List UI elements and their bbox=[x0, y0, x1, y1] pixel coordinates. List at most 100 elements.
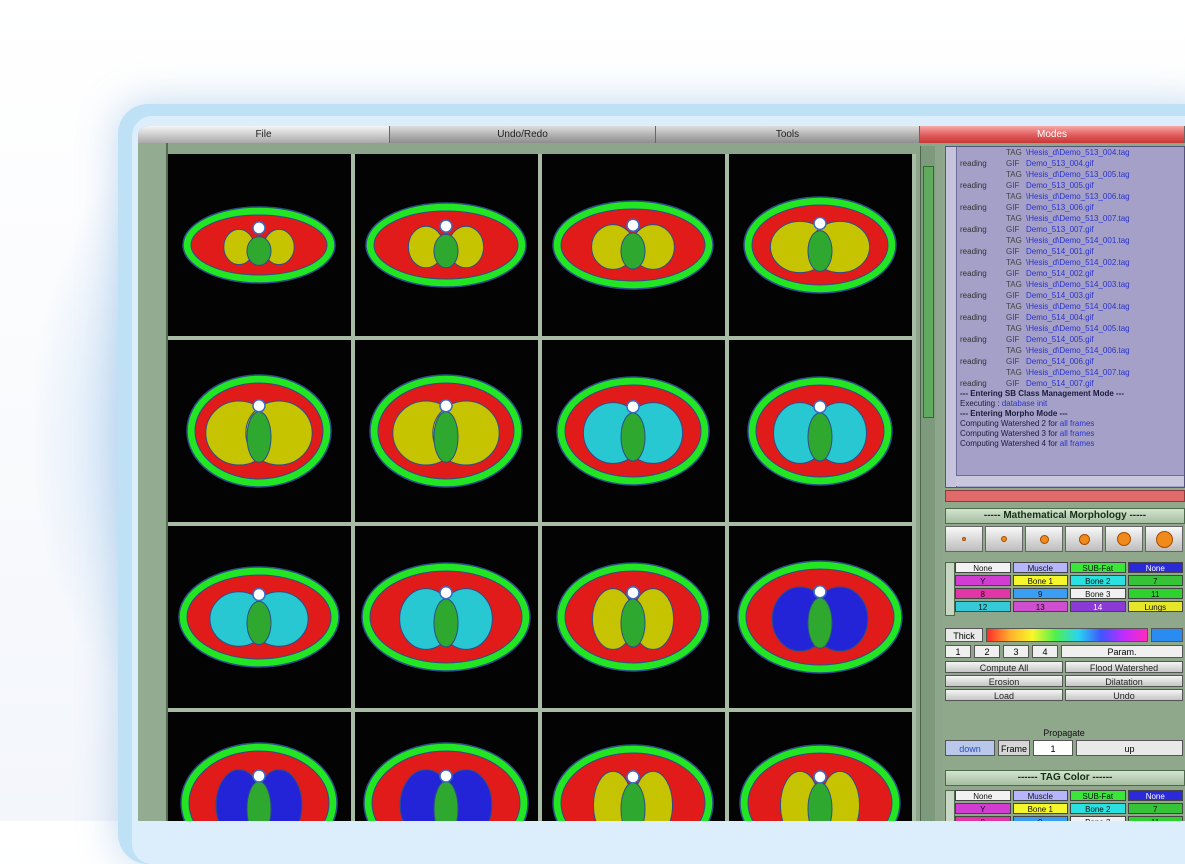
menu-tab-modes[interactable]: Modes bbox=[920, 126, 1185, 143]
tag-label-button[interactable]: Bone 2 bbox=[1070, 575, 1126, 586]
load-button[interactable]: Load bbox=[945, 689, 1063, 701]
tag-label-button[interactable]: Muscle bbox=[1012, 562, 1068, 573]
log-message-link[interactable]: all frames bbox=[1060, 419, 1095, 428]
tag-color-button[interactable]: Muscle bbox=[1012, 790, 1068, 801]
log-message-link[interactable]: database init bbox=[1002, 399, 1047, 408]
ct-slice-cell[interactable] bbox=[355, 154, 538, 336]
log-c3: Demo_514_001.gif bbox=[1026, 247, 1094, 256]
log-c3: Demo_514_004.gif bbox=[1026, 313, 1094, 322]
operation-buttons: Compute All Flood Watershed Erosion Dila… bbox=[945, 661, 1183, 701]
log-message: Computing Watershed 4 for all frames bbox=[960, 439, 1184, 449]
thick-button[interactable]: Thick bbox=[945, 628, 983, 642]
log-message-link[interactable]: all frames bbox=[1060, 439, 1095, 448]
ct-slice-cell[interactable] bbox=[542, 154, 725, 336]
log-c3: Demo_514_003.gif bbox=[1026, 291, 1094, 300]
brush-dot-icon bbox=[1001, 536, 1007, 542]
ct-slice-image bbox=[361, 562, 531, 672]
ct-slice-cell[interactable] bbox=[168, 712, 351, 821]
ct-slice-cell[interactable] bbox=[355, 526, 538, 708]
image-grid-scrollbar[interactable] bbox=[920, 146, 935, 821]
tag-color-button[interactable]: Bone 1 bbox=[1012, 803, 1068, 814]
propagate-up-button[interactable]: up bbox=[1076, 740, 1183, 756]
ct-slice-cell[interactable] bbox=[729, 340, 912, 522]
ct-slice-cell[interactable] bbox=[542, 712, 725, 821]
tag-label-button[interactable]: None bbox=[955, 562, 1011, 573]
frame-input[interactable]: 1 bbox=[1033, 740, 1073, 756]
ct-slice-cell[interactable] bbox=[168, 526, 351, 708]
tag-label-button[interactable]: 11 bbox=[1127, 588, 1183, 599]
ct-slice-cell[interactable] bbox=[542, 340, 725, 522]
tag-color-button[interactable]: 8 bbox=[955, 816, 1011, 821]
tag-label-button[interactable]: 8 bbox=[955, 588, 1011, 599]
brush-dot-icon bbox=[1155, 530, 1173, 548]
param-1-button[interactable]: 1 bbox=[945, 645, 971, 658]
ct-slice-cell[interactable] bbox=[168, 154, 351, 336]
menu-tab-tools[interactable]: Tools bbox=[656, 126, 920, 143]
log-message-link[interactable]: all frames bbox=[1060, 429, 1095, 438]
dilatation-button[interactable]: Dilatation bbox=[1065, 675, 1183, 687]
tag-label-button[interactable]: Bone 1 bbox=[1012, 575, 1068, 586]
param-button[interactable]: Param. bbox=[1061, 645, 1183, 658]
tag-color-button[interactable]: SUB-Fat bbox=[1070, 790, 1126, 801]
brush-size-button[interactable] bbox=[985, 526, 1023, 552]
log-row: TAG \Hesis_d\Demo_514_004.tag bbox=[960, 301, 1184, 312]
log-row: reading GIF Demo_514_001.gif bbox=[960, 246, 1184, 257]
undo-button[interactable]: Undo bbox=[1065, 689, 1183, 701]
log-lines: TAG \Hesis_d\Demo_513_004.tag reading GIF De… bbox=[960, 147, 1184, 449]
brush-size-button[interactable] bbox=[945, 526, 983, 552]
tag-label-button[interactable]: 7 bbox=[1127, 575, 1183, 586]
tag-scrollbar[interactable] bbox=[945, 562, 955, 616]
flood-watershed-button[interactable]: Flood Watershed bbox=[1065, 661, 1183, 673]
log-c2: GIF bbox=[1006, 225, 1020, 234]
tag-color-button[interactable]: Bone 2 bbox=[1070, 803, 1126, 814]
ct-slice-cell[interactable] bbox=[542, 526, 725, 708]
brush-size-button[interactable] bbox=[1025, 526, 1063, 552]
tag-color-button[interactable]: 9 bbox=[1012, 816, 1068, 821]
tag-color-button[interactable]: None bbox=[1127, 790, 1183, 801]
tag-color-button[interactable]: None bbox=[955, 790, 1011, 801]
menu-tab-file[interactable]: File bbox=[138, 126, 390, 143]
param-3-button[interactable]: 3 bbox=[1003, 645, 1029, 658]
compute-all-button[interactable]: Compute All bbox=[945, 661, 1063, 673]
menu-tab-undo-redo[interactable]: Undo/Redo bbox=[390, 126, 656, 143]
ct-slice-cell[interactable] bbox=[168, 340, 351, 522]
scrollbar-thumb[interactable] bbox=[923, 166, 934, 418]
log-row: TAG \Hesis_d\Demo_514_005.tag bbox=[960, 323, 1184, 334]
propagate-down-button[interactable]: down bbox=[945, 740, 995, 756]
ct-slice-cell[interactable] bbox=[729, 712, 912, 821]
ct-slice-image bbox=[556, 562, 710, 672]
brush-size-button[interactable] bbox=[1105, 526, 1143, 552]
morph-color-slider[interactable] bbox=[986, 628, 1148, 642]
tag-label-button[interactable]: None bbox=[1127, 562, 1183, 573]
log-c3: \Hesis_d\Demo_513_006.tag bbox=[1026, 192, 1130, 201]
tag-label-button[interactable]: Lungs bbox=[1127, 601, 1183, 612]
tag-color-button[interactable]: 7 bbox=[1127, 803, 1183, 814]
tag-label-button[interactable]: Y bbox=[955, 575, 1011, 586]
log-c2: GIF bbox=[1006, 313, 1020, 322]
brush-size-button[interactable] bbox=[1065, 526, 1103, 552]
tag-label-button[interactable]: SUB-Fat bbox=[1070, 562, 1126, 573]
ct-slice-cell[interactable] bbox=[355, 712, 538, 821]
brush-size-button[interactable] bbox=[1145, 526, 1183, 552]
log-c2: GIF bbox=[1006, 379, 1020, 388]
tag-color-button[interactable]: Bone 3 bbox=[1070, 816, 1126, 821]
tag-color-scrollbar[interactable] bbox=[945, 790, 955, 821]
log-c2: TAG bbox=[1006, 148, 1022, 157]
tag-label-button[interactable]: 13 bbox=[1012, 601, 1068, 612]
ct-slice-cell[interactable] bbox=[729, 154, 912, 336]
tag-color-button[interactable]: 11 bbox=[1127, 816, 1183, 821]
tag-label-button[interactable]: 12 bbox=[955, 601, 1011, 612]
log-c1 bbox=[960, 345, 1006, 356]
log-horizontal-scrollbar[interactable] bbox=[956, 475, 1184, 486]
tag-label-button[interactable]: 14 bbox=[1070, 601, 1126, 612]
erosion-button[interactable]: Erosion bbox=[945, 675, 1063, 687]
morph-color-swatch[interactable] bbox=[1151, 628, 1183, 642]
tag-label-button[interactable]: Bone 3 bbox=[1070, 588, 1126, 599]
param-4-button[interactable]: 4 bbox=[1032, 645, 1058, 658]
log-scrollbar[interactable] bbox=[946, 147, 957, 487]
param-2-button[interactable]: 2 bbox=[974, 645, 1000, 658]
ct-slice-cell[interactable] bbox=[729, 526, 912, 708]
ct-slice-cell[interactable] bbox=[355, 340, 538, 522]
tag-label-button[interactable]: 9 bbox=[1012, 588, 1068, 599]
tag-color-button[interactable]: Y bbox=[955, 803, 1011, 814]
